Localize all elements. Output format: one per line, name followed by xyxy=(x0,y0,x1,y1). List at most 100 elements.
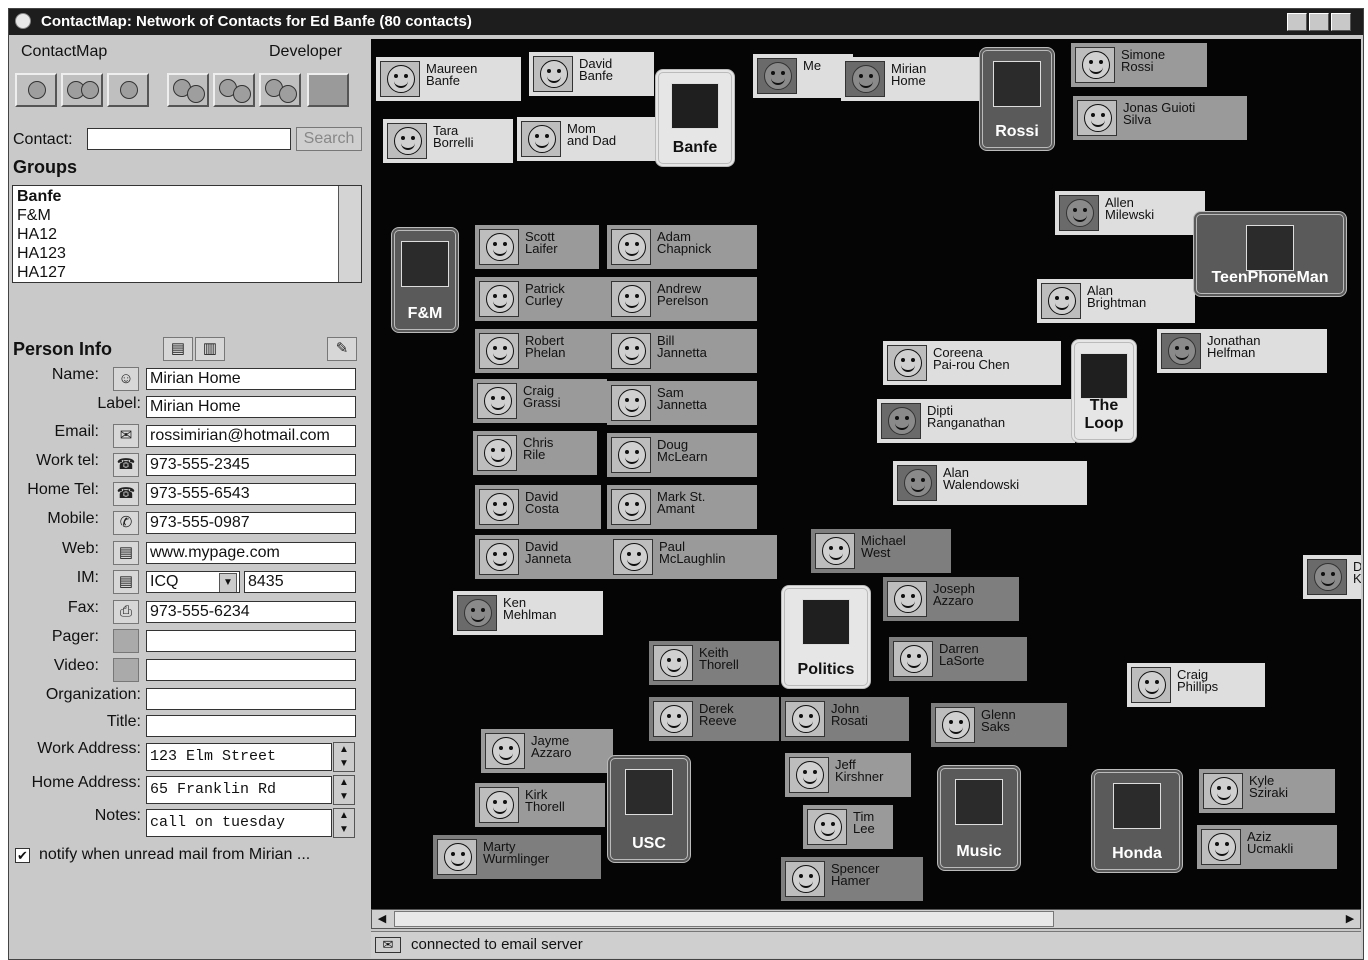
toolbar-person-button[interactable] xyxy=(15,73,57,107)
contact-card[interactable]: Patrick Curley xyxy=(475,277,609,321)
scroll-left-icon[interactable]: ◀ xyxy=(373,911,391,927)
edit-card-icon[interactable]: ✎ xyxy=(327,337,357,361)
contact-card[interactable]: Mark St. Amant xyxy=(607,485,757,529)
contact-card[interactable]: Spencer Hamer xyxy=(781,857,923,901)
phone-icon[interactable]: ☎ xyxy=(113,482,139,506)
email-icon[interactable]: ✉ xyxy=(113,424,139,448)
web-field[interactable]: www.mypage.com xyxy=(146,542,356,564)
contact-card[interactable]: Sam Jannetta xyxy=(607,381,757,425)
contact-card[interactable]: Glenn Saks xyxy=(931,703,1067,747)
group-node[interactable]: F&M xyxy=(391,227,459,333)
contact-card[interactable]: Mom and Dad xyxy=(517,117,657,161)
contact-card[interactable]: Tim Lee xyxy=(803,805,893,849)
label-field[interactable]: Mirian Home xyxy=(146,396,356,418)
scroll-right-icon[interactable]: ▶ xyxy=(1341,911,1359,927)
contact-card[interactable]: Simone Rossi xyxy=(1071,43,1207,87)
mobile-field[interactable]: 973-555-0987 xyxy=(146,512,356,534)
contact-card[interactable]: Andrew Perelson xyxy=(607,277,757,321)
contact-card[interactable]: Tara Borrelli xyxy=(383,119,513,163)
contact-card[interactable]: Jayme Azzaro xyxy=(481,729,613,773)
contact-card[interactable]: Coreena Pai-rou Chen xyxy=(883,341,1061,385)
contact-card[interactable]: David Banfe xyxy=(529,52,654,96)
group-node[interactable]: Politics xyxy=(781,585,871,689)
toolbar-pair-button[interactable] xyxy=(61,73,103,107)
contact-card[interactable]: Alan Walendowski xyxy=(893,461,1087,505)
web-page-icon[interactable]: ▤ xyxy=(113,541,139,565)
contact-input[interactable] xyxy=(87,128,291,150)
contact-card[interactable]: Joseph Azzaro xyxy=(883,577,1019,621)
contact-card[interactable]: Paul McLaughlin xyxy=(609,535,777,579)
group-node[interactable]: The Loop xyxy=(1071,339,1137,443)
email-field[interactable]: rossimirian@hotmail.com xyxy=(146,425,356,447)
work-address-scroll[interactable]: ▲ ▼ xyxy=(333,742,355,772)
im-icon[interactable]: ▤ xyxy=(113,570,139,594)
video-icon[interactable] xyxy=(113,658,139,682)
contact-card[interactable]: David Janneta xyxy=(475,535,613,579)
contact-card[interactable]: Mirian Home xyxy=(841,57,996,101)
chevron-down-icon[interactable]: ▼ xyxy=(219,573,237,592)
home-tel-field[interactable]: 973-555-6543 xyxy=(146,483,356,505)
work-address-field[interactable]: 123 Elm Street xyxy=(146,743,332,771)
group-item[interactable]: HA12 xyxy=(17,226,57,244)
groups-scrollbar[interactable] xyxy=(338,186,361,282)
toolbar-smile-button[interactable] xyxy=(107,73,149,107)
contact-card[interactable]: Darren LaSorte xyxy=(889,637,1027,681)
minimize-button[interactable] xyxy=(1287,13,1307,31)
contact-card[interactable]: D K xyxy=(1303,555,1361,599)
contact-card[interactable]: Me xyxy=(753,54,853,98)
maximize-button[interactable] xyxy=(1309,13,1329,31)
contact-card[interactable]: Alan Brightman xyxy=(1037,279,1195,323)
group-node[interactable]: Music xyxy=(937,765,1021,871)
menu-developer[interactable]: Developer xyxy=(269,43,342,61)
notes-scroll[interactable]: ▲ ▼ xyxy=(333,808,355,838)
group-node[interactable]: Honda xyxy=(1091,769,1183,873)
title-field[interactable] xyxy=(146,715,356,737)
im-service-select[interactable]: ICQ ▼ xyxy=(146,571,240,593)
contact-card[interactable]: Scott Laifer xyxy=(475,225,599,269)
group-node[interactable]: Rossi xyxy=(979,47,1055,151)
toolbar-group2-button[interactable] xyxy=(213,73,255,107)
group-item[interactable]: HA127 xyxy=(17,264,66,282)
group-item[interactable]: F&M xyxy=(17,207,51,225)
fax-field[interactable]: 973-555-6234 xyxy=(146,601,356,623)
card-stack-icon[interactable]: ▤ xyxy=(163,337,193,361)
search-button[interactable]: Search xyxy=(296,127,362,151)
card-list-icon[interactable]: ▥ xyxy=(195,337,225,361)
contact-card[interactable]: Maureen Banfe xyxy=(376,57,521,101)
im-id-field[interactable]: 8435 xyxy=(244,571,356,593)
group-node[interactable]: TeenPhoneMan xyxy=(1193,211,1347,297)
group-item[interactable]: Banfe xyxy=(17,188,61,206)
close-button[interactable] xyxy=(1331,13,1351,31)
contact-card[interactable]: Craig Grassi xyxy=(473,379,607,423)
notify-checkbox[interactable]: ✔ xyxy=(15,848,30,863)
contact-card[interactable]: Kyle Sziraki xyxy=(1199,769,1335,813)
contact-card[interactable]: Allen Milewski xyxy=(1055,191,1205,235)
toolbar-image-button[interactable] xyxy=(307,73,349,107)
contact-card[interactable]: Keith Thorell xyxy=(649,641,779,685)
contact-card[interactable]: Doug McLearn xyxy=(607,433,757,477)
toolbar-group-button[interactable] xyxy=(167,73,209,107)
group-item[interactable]: HA123 xyxy=(17,245,66,263)
phone-icon[interactable]: ☎ xyxy=(113,453,139,477)
contact-card[interactable]: Dipti Ranganathan xyxy=(877,399,1075,443)
map-horizontal-scrollbar[interactable]: ◀ ▶ xyxy=(371,909,1361,929)
contact-card[interactable]: Marty Wurmlinger xyxy=(433,835,601,879)
menu-contactmap[interactable]: ContactMap xyxy=(21,43,107,61)
contact-card[interactable]: Derek Reeve xyxy=(649,697,779,741)
contact-card[interactable]: Jonas Guioti Silva xyxy=(1073,96,1247,140)
group-node[interactable]: Banfe xyxy=(655,69,735,167)
contact-card[interactable]: John Rosati xyxy=(781,697,909,741)
pager-icon[interactable] xyxy=(113,629,139,653)
contact-card[interactable]: Adam Chapnick xyxy=(607,225,757,269)
contact-map-canvas[interactable]: Maureen Banfe David Banfe Tara Borrelli Mom… xyxy=(371,39,1361,909)
group-node[interactable]: USC xyxy=(607,755,691,863)
home-address-scroll[interactable]: ▲ ▼ xyxy=(333,775,355,805)
mobile-phone-icon[interactable]: ✆ xyxy=(113,511,139,535)
notes-field[interactable]: call on tuesday xyxy=(146,809,332,837)
contact-card[interactable]: Jonathan Helfman xyxy=(1157,329,1327,373)
contact-card[interactable]: Aziz Ucmakli xyxy=(1197,825,1337,869)
name-field[interactable]: Mirian Home xyxy=(146,368,356,390)
fax-icon[interactable]: ⎙ xyxy=(113,600,139,624)
toolbar-group3-button[interactable] xyxy=(259,73,301,107)
work-tel-field[interactable]: 973-555-2345 xyxy=(146,454,356,476)
